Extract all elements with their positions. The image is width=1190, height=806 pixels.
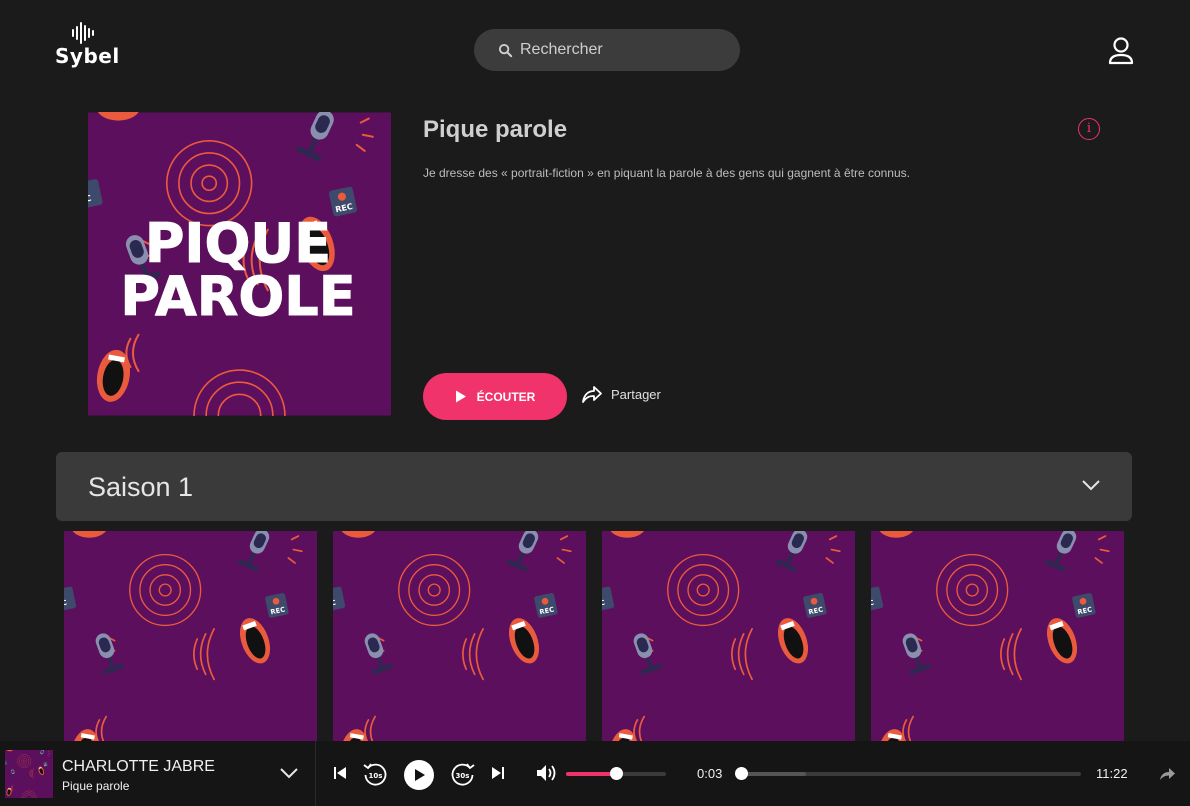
sybel-logo[interactable]: Sybel [54,22,124,72]
soundwave-icon [72,22,94,44]
episode-cover [602,531,855,741]
progress-bar[interactable] [735,767,1081,780]
volume-slider[interactable] [566,767,666,780]
player-show[interactable]: Pique parole [62,779,129,793]
elapsed-time: 0:03 [697,766,723,781]
audio-player: CHARLOTTE JABRE Pique parole 10s 30s 0:0… [0,741,1190,806]
listen-label: ÉCOUTER [476,389,536,404]
show-cover: PIQUE PAROLE [88,112,391,416]
rewind-10-icon[interactable]: 10s [362,761,388,787]
season-label: Saison 1 [88,472,194,502]
share-button[interactable]: Partager [581,384,661,404]
progress-knob[interactable] [735,767,749,780]
play-icon [455,390,466,403]
info-icon[interactable]: i [1078,118,1100,140]
episode-card[interactable] [333,531,586,741]
chevron-down-icon[interactable] [280,767,298,779]
episode-cover [64,531,317,741]
season-selector[interactable]: Saison 1 [56,452,1132,521]
volume-knob[interactable] [610,767,623,780]
listen-button[interactable]: ÉCOUTER [423,373,567,420]
volume-icon[interactable] [536,764,558,782]
episode-cover [871,531,1124,741]
episode-card[interactable] [871,531,1124,741]
episode-card[interactable] [64,531,317,741]
buffered-range [740,772,806,776]
show-description: Je dresse des « portrait-fiction » en pi… [423,166,910,180]
skip-next-icon[interactable] [491,766,505,780]
show-title: Pique parole [423,116,568,143]
episode-cover [333,531,586,741]
play-button[interactable] [404,760,434,790]
search-bar[interactable] [474,29,740,71]
brand-name: Sybel [55,44,120,68]
total-duration: 11:22 [1096,766,1128,781]
player-thumbnail[interactable] [5,750,53,798]
skip-previous-icon[interactable] [333,766,347,780]
player-artist[interactable]: CHARLOTTE JABRE [62,758,215,776]
share-icon[interactable] [1159,766,1176,781]
search-input[interactable] [520,41,720,59]
divider [315,741,316,806]
user-account-icon[interactable] [1107,36,1135,66]
rewind-label: 10s [369,772,383,780]
share-icon [582,386,602,403]
cover-title-line2: PAROLE [120,265,355,328]
episode-card[interactable] [602,531,855,741]
forward-30-icon[interactable]: 30s [450,761,476,787]
forward-label: 30s [456,772,470,780]
volume-level [566,772,616,776]
share-label: Partager [611,386,661,402]
chevron-down-icon [1082,480,1100,491]
search-icon [498,43,513,57]
